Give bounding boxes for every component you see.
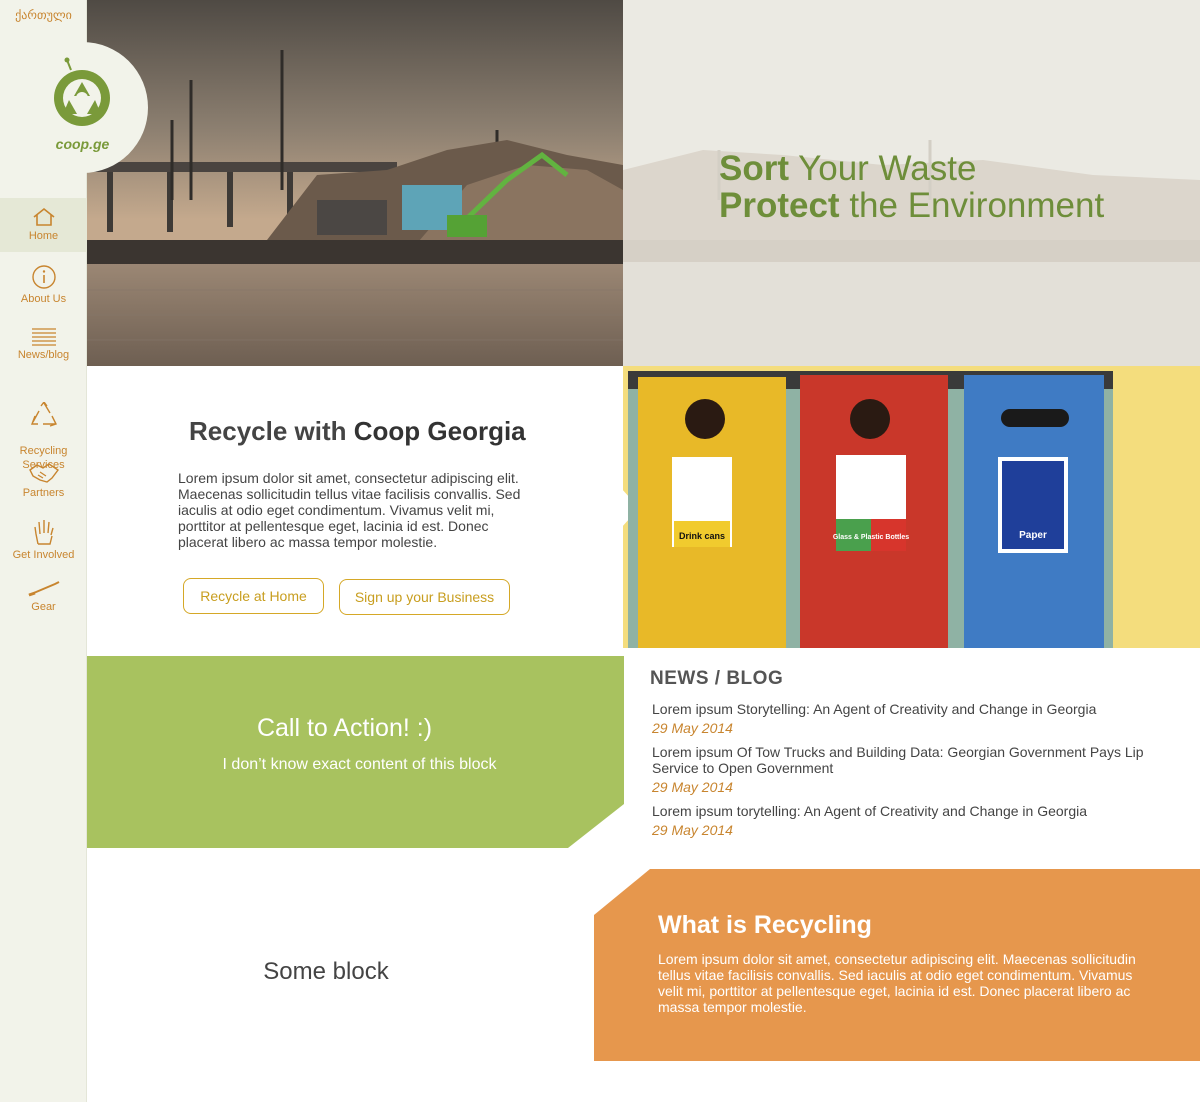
sidebar-nav: Home About Us News/blog Recycling Servic…	[0, 198, 87, 628]
news-list: Lorem ipsum Storytelling: An Agent of Cr…	[652, 701, 1162, 846]
call-to-action[interactable]: Call to Action! :) I don’t know exact co…	[87, 656, 624, 848]
recycle-icon	[30, 402, 57, 427]
sidebar-item-label: News/blog	[17, 349, 70, 361]
what-body: Lorem ipsum dolor sit amet, consectetur …	[658, 951, 1136, 1015]
news-date: 29 May 2014	[652, 779, 733, 795]
tool-icon	[28, 581, 59, 597]
sidebar-item-label: Home	[28, 230, 59, 242]
home-icon	[33, 207, 54, 226]
info-icon	[31, 265, 56, 289]
sidebar-item-gear[interactable]: Gear	[0, 570, 87, 628]
news-blog: NEWS / BLOG Lorem ipsum Storytelling: An…	[624, 656, 1200, 869]
sidebar-item-about[interactable]: About Us	[0, 252, 87, 310]
news-date: 29 May 2014	[652, 822, 733, 838]
bin-label-bottles: Glass & Plastic Bottles	[833, 534, 909, 541]
recycling-bins-photo: Drink cans Glass & Plastic Bottles Paper	[628, 371, 1113, 648]
hero-line2-rest: the Environment	[839, 186, 1105, 225]
sidebar-item-label: Partners	[22, 487, 65, 499]
recycle-intro: Recycle with Coop Georgia Lorem ipsum do…	[87, 366, 623, 656]
hero-line1-bold: Sort	[719, 149, 789, 188]
sidebar-item-home[interactable]: Home	[0, 198, 87, 252]
lines-icon	[31, 328, 56, 346]
cta-subtitle: I don’t know exact content of this block	[222, 756, 497, 773]
sidebar-item-news[interactable]: News/blog	[0, 310, 87, 376]
hero-line2-bold: Protect	[719, 186, 840, 225]
some-block: Some block	[87, 848, 594, 1102]
what-title: What is Recycling	[658, 911, 872, 939]
hero-image	[87, 0, 623, 366]
recycle-at-home-button[interactable]: Recycle at Home	[183, 578, 324, 614]
sidebar-item-get-involved[interactable]: Get Involved	[0, 508, 87, 570]
hero-banner: Sort Your Waste Protect the Environment	[623, 0, 1200, 366]
bin-label-cans: Drink cans	[679, 531, 725, 541]
logo-text: coop.ge	[55, 136, 110, 152]
news-link[interactable]: Lorem ipsum Of Tow Trucks and Building D…	[652, 744, 1162, 776]
sidebar-item-label: About Us	[20, 293, 67, 305]
news-heading: NEWS / BLOG	[650, 668, 784, 689]
logo[interactable]: coop.ge	[17, 42, 148, 173]
what-is-recycling: What is Recycling Lorem ipsum dolor sit …	[594, 869, 1200, 1061]
recycle-title: Recycle with Coop Georgia	[189, 416, 526, 447]
hero-tagline: Sort Your Waste Protect the Environment	[719, 150, 1104, 224]
sign-up-business-button[interactable]: Sign up your Business	[339, 579, 510, 615]
list-item: Lorem ipsum Storytelling: An Agent of Cr…	[652, 701, 1162, 736]
language-switch[interactable]: ქართული	[0, 8, 87, 22]
cta-background	[87, 656, 624, 848]
cta-title: Call to Action! :)	[256, 714, 433, 742]
sidebar-item-recycling[interactable]: Recycling Services	[0, 376, 87, 471]
some-block-title: Some block	[263, 958, 389, 985]
news-link[interactable]: Lorem ipsum Storytelling: An Agent of Cr…	[652, 701, 1162, 717]
hand-icon	[33, 520, 54, 545]
list-item: Lorem ipsum torytelling: An Agent of Cre…	[652, 803, 1162, 838]
bin-label-paper: Paper	[1019, 530, 1047, 541]
news-date: 29 May 2014	[652, 720, 733, 736]
scrapyard-photo	[87, 0, 623, 366]
recycle-body: Lorem ipsum dolor sit amet, consectetur …	[178, 470, 521, 550]
hero-line1-rest: Your Waste	[789, 149, 977, 188]
recycle-title-prefix: Recycle with	[189, 416, 354, 446]
list-item: Lorem ipsum Of Tow Trucks and Building D…	[652, 744, 1162, 795]
sidebar-item-label: Get Involved	[12, 549, 75, 561]
sidebar-item-label: Gear	[31, 601, 56, 613]
recycle-logo-icon	[54, 57, 110, 126]
recycle-title-bold: Coop Georgia	[353, 416, 526, 446]
news-link[interactable]: Lorem ipsum torytelling: An Agent of Cre…	[652, 803, 1162, 819]
bins-panel: Drink cans Glass & Plastic Bottles Paper	[621, 366, 1200, 648]
